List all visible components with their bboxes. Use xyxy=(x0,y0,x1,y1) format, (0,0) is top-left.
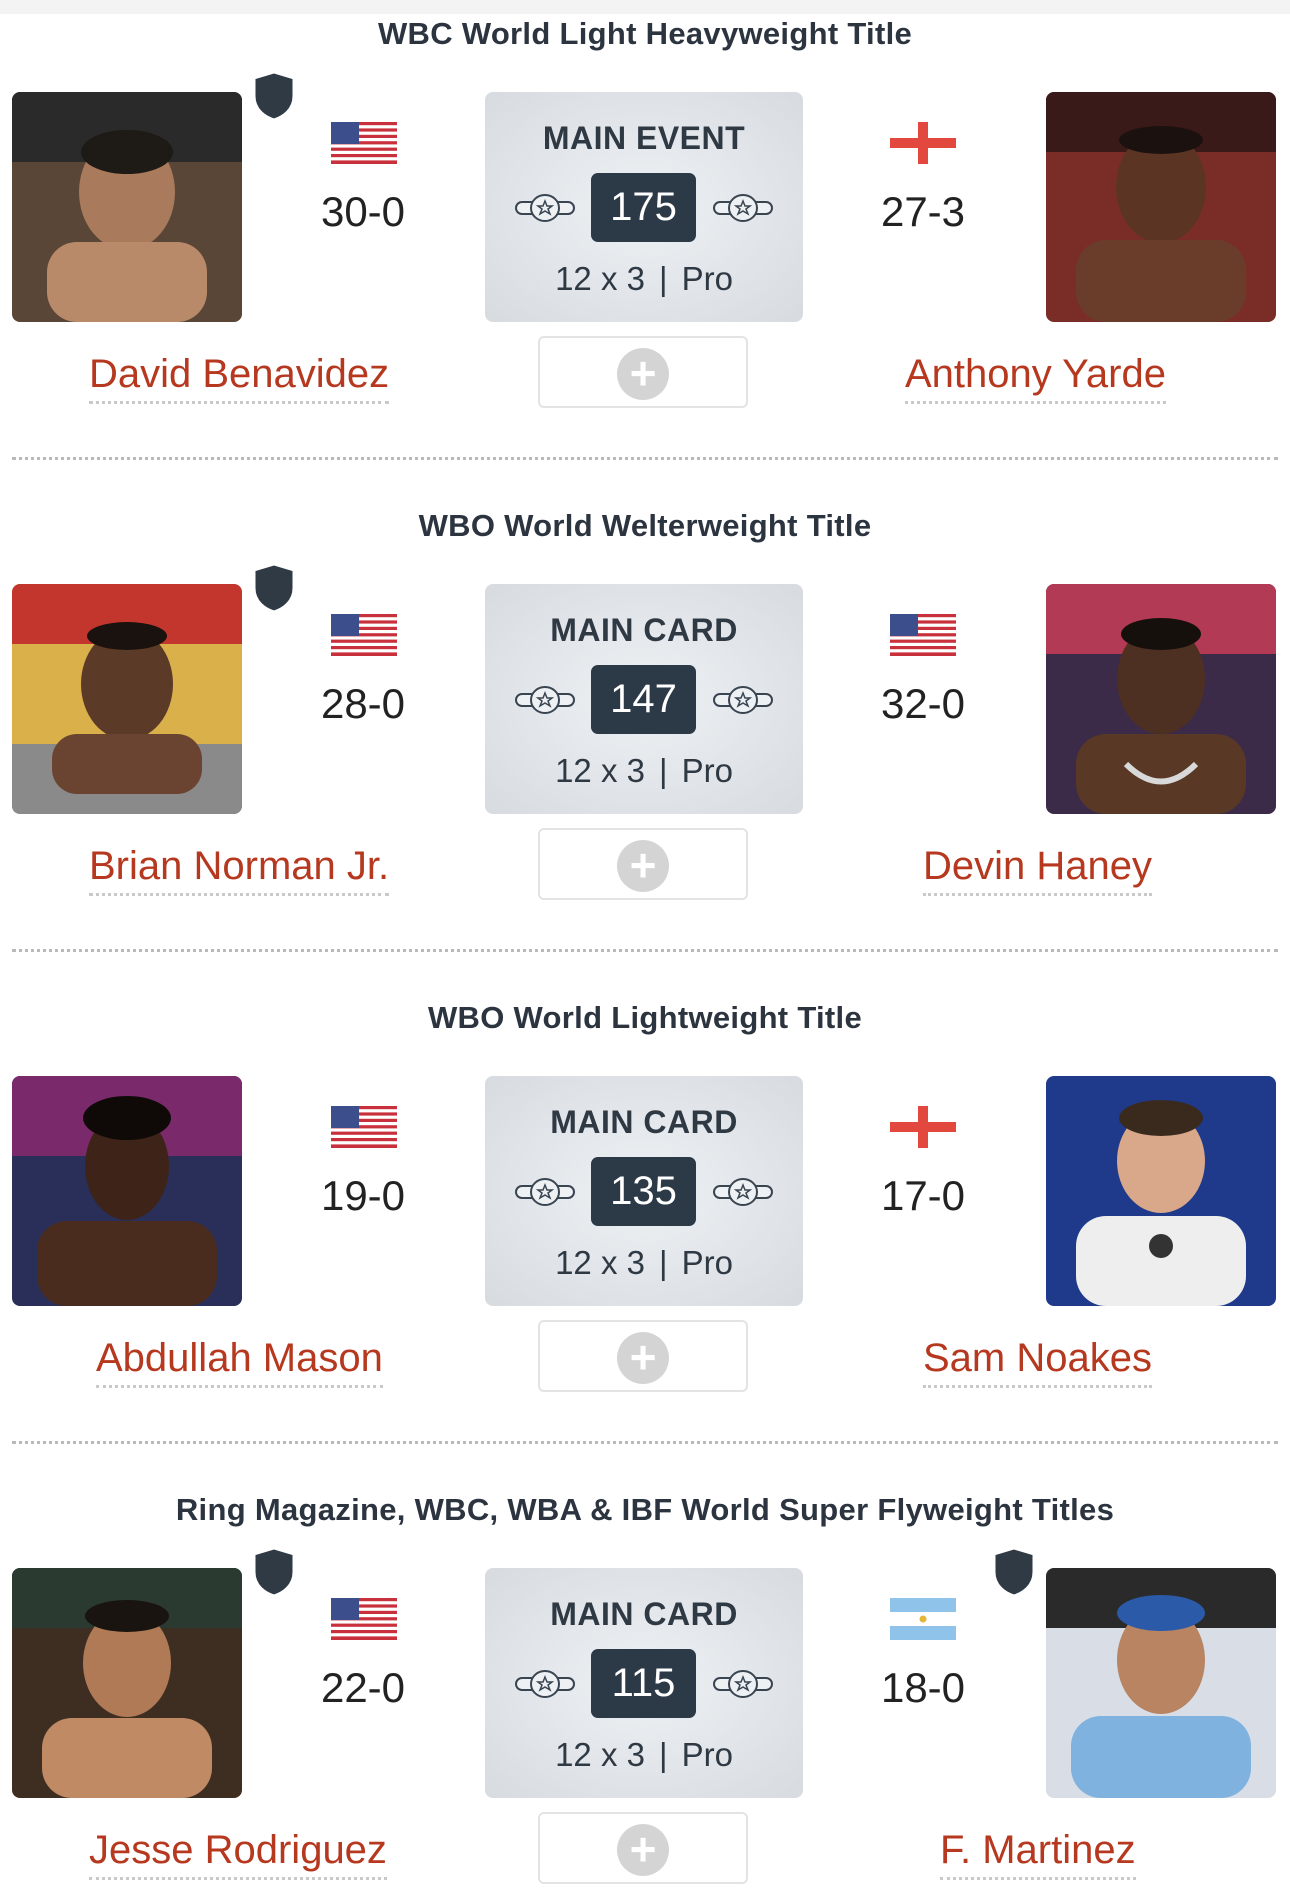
rounds-count: 12 x 3 xyxy=(555,1244,645,1281)
fighter-record-right: 32-0 xyxy=(880,680,966,727)
separator: | xyxy=(658,1736,668,1773)
card-position-label: MAIN CARD xyxy=(550,1596,738,1632)
fighter-photo-left[interactable] xyxy=(12,584,242,814)
bout-level: Pro xyxy=(681,752,733,789)
bout-level: Pro xyxy=(681,260,733,297)
fighter-photo-right[interactable] xyxy=(1046,1568,1276,1798)
fighter-photo-right[interactable] xyxy=(1046,584,1276,814)
card-position-label: MAIN CARD xyxy=(550,612,738,648)
separator: | xyxy=(658,260,668,297)
belt-icon xyxy=(515,1668,575,1700)
weight-class-badge: 175 xyxy=(591,173,696,242)
belt-icon xyxy=(515,1176,575,1208)
fighter-name-left[interactable]: David Benavidez xyxy=(89,352,390,404)
england-flag-icon xyxy=(890,1106,956,1148)
rounds-count: 12 x 3 xyxy=(555,752,645,789)
plus-icon: + xyxy=(617,1824,669,1876)
add-prediction-button[interactable]: + xyxy=(538,1812,748,1884)
card-position-label: MAIN EVENT xyxy=(542,120,746,156)
belt-icon xyxy=(713,684,773,716)
fighter-name-left[interactable]: Brian Norman Jr. xyxy=(89,844,390,896)
fighter-record-left: 28-0 xyxy=(320,680,406,727)
belt-icon xyxy=(515,684,575,716)
rounds-info: 12 x 3 | Pro xyxy=(485,1736,803,1774)
fight-card-2: WBO World Lightweight Title 19-0 MAIN CA… xyxy=(0,984,1290,1476)
fighter-name-left[interactable]: Jesse Rodriguez xyxy=(89,1828,387,1880)
add-prediction-button[interactable]: + xyxy=(538,336,748,408)
fighter-photo-right[interactable] xyxy=(1046,92,1276,322)
usa-flag-icon xyxy=(890,614,956,656)
bout-info-card: MAIN CARD 115 12 x 3 | Pro xyxy=(485,1568,803,1798)
fighter-record-left: 19-0 xyxy=(320,1172,406,1219)
plus-icon: + xyxy=(617,348,669,400)
separator: | xyxy=(658,752,668,789)
usa-flag-icon xyxy=(331,1106,397,1148)
fight-title: Ring Magazine, WBC, WBA & IBF World Supe… xyxy=(175,1492,1115,1527)
fight-title: WBO World Lightweight Title xyxy=(427,1000,863,1035)
weight-class-badge: 135 xyxy=(591,1157,696,1226)
belt-icon xyxy=(713,192,773,224)
rounds-info: 12 x 3 | Pro xyxy=(485,260,803,298)
bout-info-card: MAIN CARD 135 12 x 3 | Pro xyxy=(485,1076,803,1306)
fighter-name-right[interactable]: Devin Haney xyxy=(923,844,1153,896)
bout-info-card: MAIN CARD 147 12 x 3 | Pro xyxy=(485,584,803,814)
champion-shield-icon xyxy=(990,1546,1038,1598)
plus-icon: + xyxy=(617,1332,669,1384)
rounds-info: 12 x 3 | Pro xyxy=(485,752,803,790)
rounds-info: 12 x 3 | Pro xyxy=(485,1244,803,1282)
card-position-label: MAIN CARD xyxy=(550,1104,738,1140)
weight-class-badge: 115 xyxy=(591,1649,696,1718)
divider xyxy=(12,1441,1278,1444)
fighter-record-left: 30-0 xyxy=(320,188,406,235)
fighter-record-right: 18-0 xyxy=(880,1664,966,1711)
add-prediction-button[interactable]: + xyxy=(538,1320,748,1392)
add-prediction-button[interactable]: + xyxy=(538,828,748,900)
rounds-count: 12 x 3 xyxy=(555,1736,645,1773)
fighter-name-right[interactable]: Anthony Yarde xyxy=(905,352,1166,404)
belt-icon xyxy=(713,1668,773,1700)
fight-card-3: Ring Magazine, WBC, WBA & IBF World Supe… xyxy=(0,1476,1290,1894)
divider xyxy=(12,949,1278,952)
fighter-name-right[interactable]: F. Martinez xyxy=(940,1828,1136,1880)
fight-card-1: WBO World Welterweight Title 28-0 MAIN C… xyxy=(0,492,1290,984)
usa-flag-icon xyxy=(331,122,397,164)
fight-title: WBO World Welterweight Title xyxy=(418,508,872,543)
fighter-photo-left[interactable] xyxy=(12,1568,242,1798)
separator: | xyxy=(658,1244,668,1281)
bout-level: Pro xyxy=(681,1736,733,1773)
fighter-name-left[interactable]: Abdullah Mason xyxy=(96,1336,383,1388)
bout-info-card: MAIN EVENT 175 12 x 3 | Pro xyxy=(485,92,803,322)
champion-shield-icon xyxy=(250,562,298,614)
england-flag-icon xyxy=(890,122,956,164)
rounds-count: 12 x 3 xyxy=(555,260,645,297)
belt-icon xyxy=(515,192,575,224)
champion-shield-icon xyxy=(250,1546,298,1598)
fighter-photo-left[interactable] xyxy=(12,92,242,322)
fight-title: WBC World Light Heavyweight Title xyxy=(377,16,913,51)
fighter-record-right: 27-3 xyxy=(880,188,966,235)
fighter-name-right[interactable]: Sam Noakes xyxy=(923,1336,1152,1388)
weight-class-badge: 147 xyxy=(591,665,696,734)
divider xyxy=(12,457,1278,460)
bout-level: Pro xyxy=(681,1244,733,1281)
belt-icon xyxy=(713,1176,773,1208)
fight-card-0: WBC World Light Heavyweight Title 30-0 M… xyxy=(0,0,1290,492)
fighter-record-left: 22-0 xyxy=(320,1664,406,1711)
argentina-flag-icon xyxy=(890,1598,956,1640)
fighter-photo-right[interactable] xyxy=(1046,1076,1276,1306)
usa-flag-icon xyxy=(331,614,397,656)
fighter-record-right: 17-0 xyxy=(880,1172,966,1219)
fighter-photo-left[interactable] xyxy=(12,1076,242,1306)
champion-shield-icon xyxy=(250,70,298,122)
usa-flag-icon xyxy=(331,1598,397,1640)
plus-icon: + xyxy=(617,840,669,892)
